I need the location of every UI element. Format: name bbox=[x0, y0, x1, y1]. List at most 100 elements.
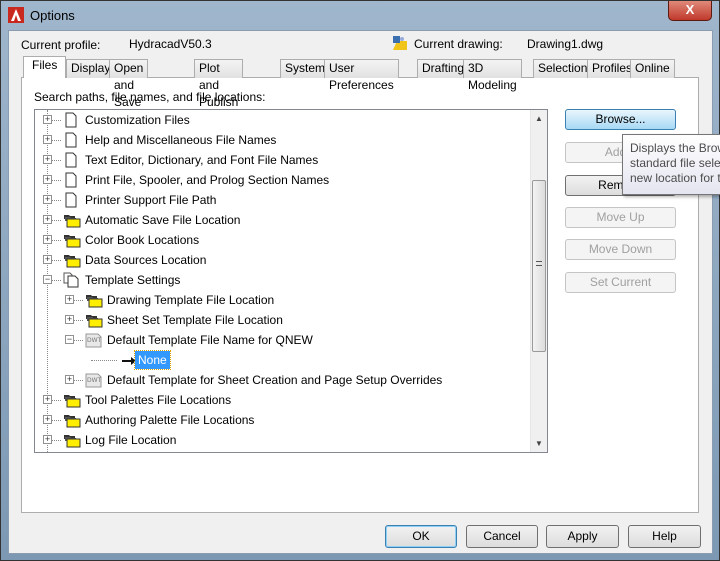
tree-item[interactable]: − DWT Default Template File Name for QNEW bbox=[35, 330, 531, 350]
page-icon bbox=[63, 192, 79, 208]
close-button[interactable]: X bbox=[668, 1, 712, 21]
expand-icon[interactable]: + bbox=[43, 255, 52, 264]
svg-text:DWT: DWT bbox=[87, 337, 102, 344]
tree-item-label: Sheet Set Template File Location bbox=[107, 313, 283, 327]
expand-icon[interactable]: + bbox=[43, 155, 52, 164]
tree-item[interactable]: + Automatic Save File Location bbox=[35, 210, 531, 230]
tree-item[interactable]: + Printer Support File Path bbox=[35, 190, 531, 210]
tree-item[interactable]: None bbox=[35, 350, 531, 370]
scroll-thumb[interactable] bbox=[532, 180, 546, 352]
tree-item[interactable]: + Data Sources Location bbox=[35, 250, 531, 270]
tree-item[interactable]: + Tool Palettes File Locations bbox=[35, 390, 531, 410]
tree-item-label: None bbox=[134, 350, 171, 370]
page-icon bbox=[63, 172, 79, 188]
tree-item[interactable]: + Text Editor, Dictionary, and Font File … bbox=[35, 150, 531, 170]
tree-item-label: Template Settings bbox=[85, 273, 181, 287]
drawing-icon bbox=[393, 36, 407, 50]
expand-icon[interactable]: + bbox=[65, 315, 74, 324]
current-drawing-value: Drawing1.dwg bbox=[527, 37, 604, 51]
tab-user-preferences[interactable]: User Preferences bbox=[324, 59, 399, 92]
tree-item[interactable]: + Print File, Spooler, and Prolog Section… bbox=[35, 170, 531, 190]
tab-3d-modeling[interactable]: 3D Modeling bbox=[463, 59, 522, 92]
expand-icon[interactable]: + bbox=[65, 295, 74, 304]
expand-icon[interactable]: + bbox=[43, 435, 52, 444]
page-icon bbox=[63, 152, 79, 168]
tree-item-label: Data Sources Location bbox=[85, 253, 207, 267]
tree-item-label: Default Template File Name for QNEW bbox=[107, 333, 313, 347]
tree-item[interactable]: + Drawing Template File Location bbox=[35, 290, 531, 310]
scroll-up-icon[interactable]: ▲ bbox=[535, 114, 543, 123]
tree-item-label: Automatic Save File Location bbox=[85, 213, 241, 227]
tab-plot-and-publish[interactable]: Plot and Publish bbox=[194, 59, 244, 109]
tree-item-label: Customization Files bbox=[85, 113, 190, 127]
tree-item-label: Text Editor, Dictionary, and Font File N… bbox=[85, 153, 319, 167]
browse-button[interactable]: Browse... bbox=[565, 109, 676, 130]
tree-item[interactable]: + Authoring Palette File Locations bbox=[35, 410, 531, 430]
file-locations-tree[interactable]: + Log File Location + Authoring Palette Fil… bbox=[34, 109, 548, 453]
svg-text:DWT: DWT bbox=[87, 377, 102, 384]
move-down-button[interactable]: Move Down bbox=[565, 239, 676, 260]
current-profile-value: HydracadV50.3 bbox=[129, 37, 212, 51]
tree-item-label: Drawing Template File Location bbox=[107, 293, 275, 307]
expand-icon[interactable]: + bbox=[43, 215, 52, 224]
collapse-icon[interactable]: − bbox=[43, 275, 52, 284]
autocad-logo-icon bbox=[8, 7, 24, 23]
options-dialog: Options X Current profile: HydracadV50.3… bbox=[0, 0, 720, 561]
apply-button[interactable]: Apply bbox=[546, 525, 619, 548]
dwt-icon: DWT bbox=[85, 372, 102, 388]
tree-item-label: Help and Miscellaneous File Names bbox=[85, 133, 277, 147]
page-icon bbox=[63, 132, 79, 148]
folder-icon bbox=[63, 392, 81, 408]
tree-item[interactable]: + DWT Default Template for Sheet Creation … bbox=[35, 370, 531, 390]
tree-item[interactable]: + Sheet Set Template File Location bbox=[35, 310, 531, 330]
tab-drafting[interactable]: Drafting bbox=[417, 59, 470, 78]
folder-icon bbox=[85, 312, 103, 328]
cancel-button[interactable]: Cancel bbox=[466, 525, 538, 548]
folder-icon bbox=[63, 252, 81, 268]
folder-icon bbox=[63, 232, 81, 248]
title-bar[interactable]: Options X bbox=[1, 1, 719, 29]
folder-icon bbox=[63, 212, 81, 228]
tree-item-label: Tool Palettes File Locations bbox=[85, 393, 232, 407]
expand-icon[interactable]: + bbox=[43, 175, 52, 184]
expand-icon[interactable]: + bbox=[43, 195, 52, 204]
set-current-button[interactable]: Set Current bbox=[565, 272, 676, 293]
tab-files[interactable]: Files bbox=[23, 56, 67, 78]
tree-item[interactable]: + Color Book Locations bbox=[35, 230, 531, 250]
collapse-icon[interactable]: − bbox=[65, 335, 74, 344]
tab-online[interactable]: Online bbox=[630, 59, 675, 78]
tab-open-and-save[interactable]: Open and Save bbox=[109, 59, 149, 109]
dwt-icon: DWT bbox=[85, 332, 102, 348]
expand-icon[interactable]: + bbox=[43, 135, 52, 144]
expand-icon[interactable]: + bbox=[43, 235, 52, 244]
tab-selection[interactable]: Selection bbox=[533, 59, 593, 78]
expand-icon[interactable]: + bbox=[43, 415, 52, 424]
tree-item[interactable]: + Log File Location bbox=[35, 430, 531, 450]
tree-item[interactable]: + Help and Miscellaneous File Names bbox=[35, 130, 531, 150]
current-drawing-label: Current drawing: bbox=[414, 37, 503, 51]
tree-item-label: Printer Support File Path bbox=[85, 193, 217, 207]
tab-system[interactable]: System bbox=[280, 59, 331, 78]
tree-scrollbar[interactable]: ▲ ▼ bbox=[530, 110, 547, 452]
folder-icon bbox=[63, 412, 81, 428]
expand-icon[interactable]: + bbox=[43, 395, 52, 404]
move-up-button[interactable]: Move Up bbox=[565, 207, 676, 228]
folder-icon bbox=[63, 432, 81, 448]
expand-icon[interactable]: + bbox=[43, 115, 52, 124]
tree-item-label: Print File, Spooler, and Prolog Section … bbox=[85, 173, 330, 187]
tree-item-label: Log File Location bbox=[85, 433, 177, 447]
current-profile-label: Current profile: bbox=[21, 38, 101, 52]
tree-item[interactable]: + Customization Files bbox=[35, 110, 531, 130]
folder-icon bbox=[85, 292, 103, 308]
browse-tooltip: Displays the Brow standard file selec ne… bbox=[622, 134, 720, 195]
tree-item-label: Color Book Locations bbox=[85, 233, 200, 247]
help-button[interactable]: Help bbox=[628, 525, 701, 548]
ok-button[interactable]: OK bbox=[385, 525, 457, 548]
scroll-down-icon[interactable]: ▼ bbox=[535, 439, 543, 448]
tree-item-label: Default Template for Sheet Creation and … bbox=[107, 373, 443, 387]
window-title: Options bbox=[30, 8, 75, 23]
tab-display[interactable]: Display bbox=[66, 59, 116, 78]
tree-connector bbox=[91, 360, 117, 361]
tree-item[interactable]: − Template Settings bbox=[35, 270, 531, 290]
expand-icon[interactable]: + bbox=[65, 375, 74, 384]
